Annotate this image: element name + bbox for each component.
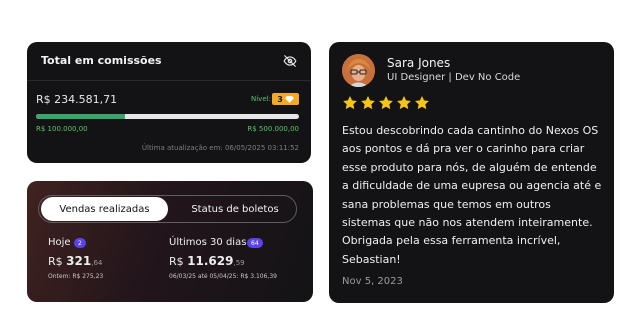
today-value-cents: ,64 [91,259,103,267]
today-count-badge: 2 [74,238,86,248]
level-label: Nível: [251,95,271,103]
star-icon [397,96,411,110]
last30-currency: R$ [169,255,184,268]
commission-progress-bar [36,114,299,119]
review-text: Estou descobrindo cada cantinho do Nexos… [342,124,602,266]
last30-value-cents: ,59 [233,259,245,267]
avatar [342,54,375,87]
tab-vendas-realizadas[interactable]: Vendas realizadas [41,197,168,221]
last30-period-text: 06/03/25 até 05/04/25: R$ 3.106,39 [169,273,277,280]
today-currency: R$ [48,255,63,268]
star-icon [379,96,393,110]
today-value: R$ 321,64 [48,254,102,268]
last30-value: R$ 11.629,59 [169,254,245,268]
progress-max-label: R$ 500.000,00 [247,125,299,133]
reviewer-role: UI Designer | Dev No Code [387,72,521,83]
yesterday-text: Ontem: R$ 275,23 [48,273,104,280]
rating-stars [342,95,430,111]
today-label: Hoje [48,237,71,248]
star-icon [343,96,357,110]
review-card: Sara Jones UI Designer | Dev No Code Est… [329,42,614,303]
progress-min-label: R$ 100.000,00 [36,125,88,133]
commissions-title: Total em comissões [41,54,162,67]
reviewer-name: Sara Jones [387,56,451,70]
last-updated-text: Última atualização em: 06/05/2025 03:11:… [141,144,299,152]
tab-status-de-boletos[interactable]: Status de boletos [179,197,291,221]
commission-amount: R$ 234.581,71 [36,93,118,106]
last30-value-main: 11.629 [187,254,234,268]
level-number: 3 [277,94,283,104]
commissions-card: Total em comissões R$ 234.581,71 Nível: … [27,42,311,163]
commission-progress-fill [36,114,126,119]
last30-count-badge: 64 [247,238,263,248]
level-badge: 3 [272,93,299,105]
review-date: Nov 5, 2023 [342,276,403,287]
sales-tabs: Vendas realizadas Status de boletos [38,195,297,223]
star-icon [361,96,375,110]
last30-label: Últimos 30 dias [169,237,247,248]
eye-off-icon[interactable] [283,54,297,68]
diamond-icon [284,95,294,103]
star-icon [415,96,429,110]
commissions-header: Total em comissões [27,42,311,81]
sales-card: Vendas realizadas Status de boletos Hoje… [27,181,313,302]
today-value-main: 321 [66,254,92,268]
